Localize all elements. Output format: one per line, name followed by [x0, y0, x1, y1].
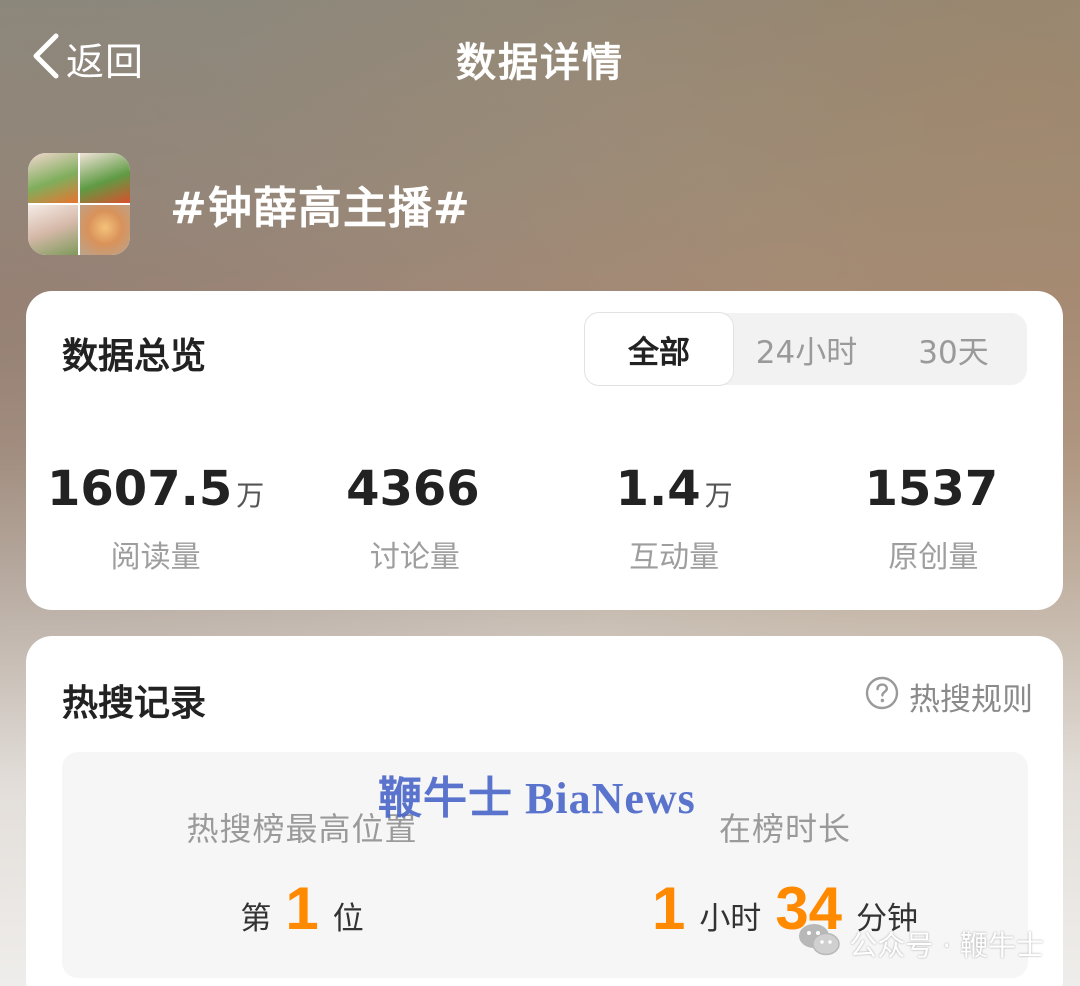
stat-unit: 万: [704, 479, 733, 512]
watermark-text: 鞭牛士 BiaNews: [378, 774, 696, 823]
stat-label: 阅读量: [110, 540, 201, 575]
stat-reads: 1607.5 万 阅读量: [26, 461, 285, 576]
time-range-tabs: 全部 24小时 30天: [585, 313, 1027, 385]
stat-value: 4366: [346, 461, 480, 517]
overview-card: 数据总览 全部 24小时 30天 1607.5 万 阅读量 4366 讨论量 1.…: [26, 291, 1063, 610]
overview-title: 数据总览: [62, 336, 207, 377]
stat-label: 原创量: [888, 540, 979, 575]
stat-value: 1537: [864, 461, 999, 517]
tab-24h[interactable]: 24小时: [733, 313, 880, 385]
stat-label: 讨论量: [369, 540, 460, 575]
page-title: 数据详情: [456, 40, 624, 86]
stat-label: 互动量: [629, 540, 720, 575]
topic-header: #钟薛高主播#: [28, 152, 471, 256]
topic-title: #钟薛高主播#: [170, 183, 471, 234]
duration-hours-unit: 小时: [699, 901, 762, 937]
stat-value: 1607.5: [47, 461, 233, 517]
stat-interactions: 1.4 万 互动量: [545, 461, 804, 576]
footer-brand-label: 公众号 · 鞭牛士: [849, 928, 1044, 962]
tab-all[interactable]: 全部: [585, 313, 733, 385]
nav-bar: 返回 数据详情: [0, 0, 1080, 116]
topic-thumbnail: [28, 153, 130, 255]
stat-discussions: 4366 讨论量: [285, 461, 544, 576]
rules-label: 热搜规则: [909, 682, 1033, 718]
hot-search-title: 热搜记录: [62, 683, 207, 724]
wechat-icon: [797, 922, 849, 965]
best-position-number: 1: [285, 875, 319, 942]
question-circle-icon: [865, 676, 909, 718]
stat-unit: 万: [236, 479, 265, 512]
best-position-suffix: 位: [332, 901, 364, 937]
footer-brand: 公众号 · 鞭牛士: [797, 922, 1044, 965]
hot-search-rules-link[interactable]: 热搜规则: [865, 674, 1033, 719]
best-position-prefix: 第: [240, 901, 272, 937]
tab-30d[interactable]: 30天: [880, 313, 1027, 385]
duration-hours: 1: [651, 875, 686, 942]
stats-row: 1607.5 万 阅读量 4366 讨论量 1.4 万 互动量 1537 原创量: [26, 461, 1063, 576]
stat-original: 1537 原创量: [804, 461, 1063, 576]
stat-value: 1.4: [615, 461, 701, 517]
